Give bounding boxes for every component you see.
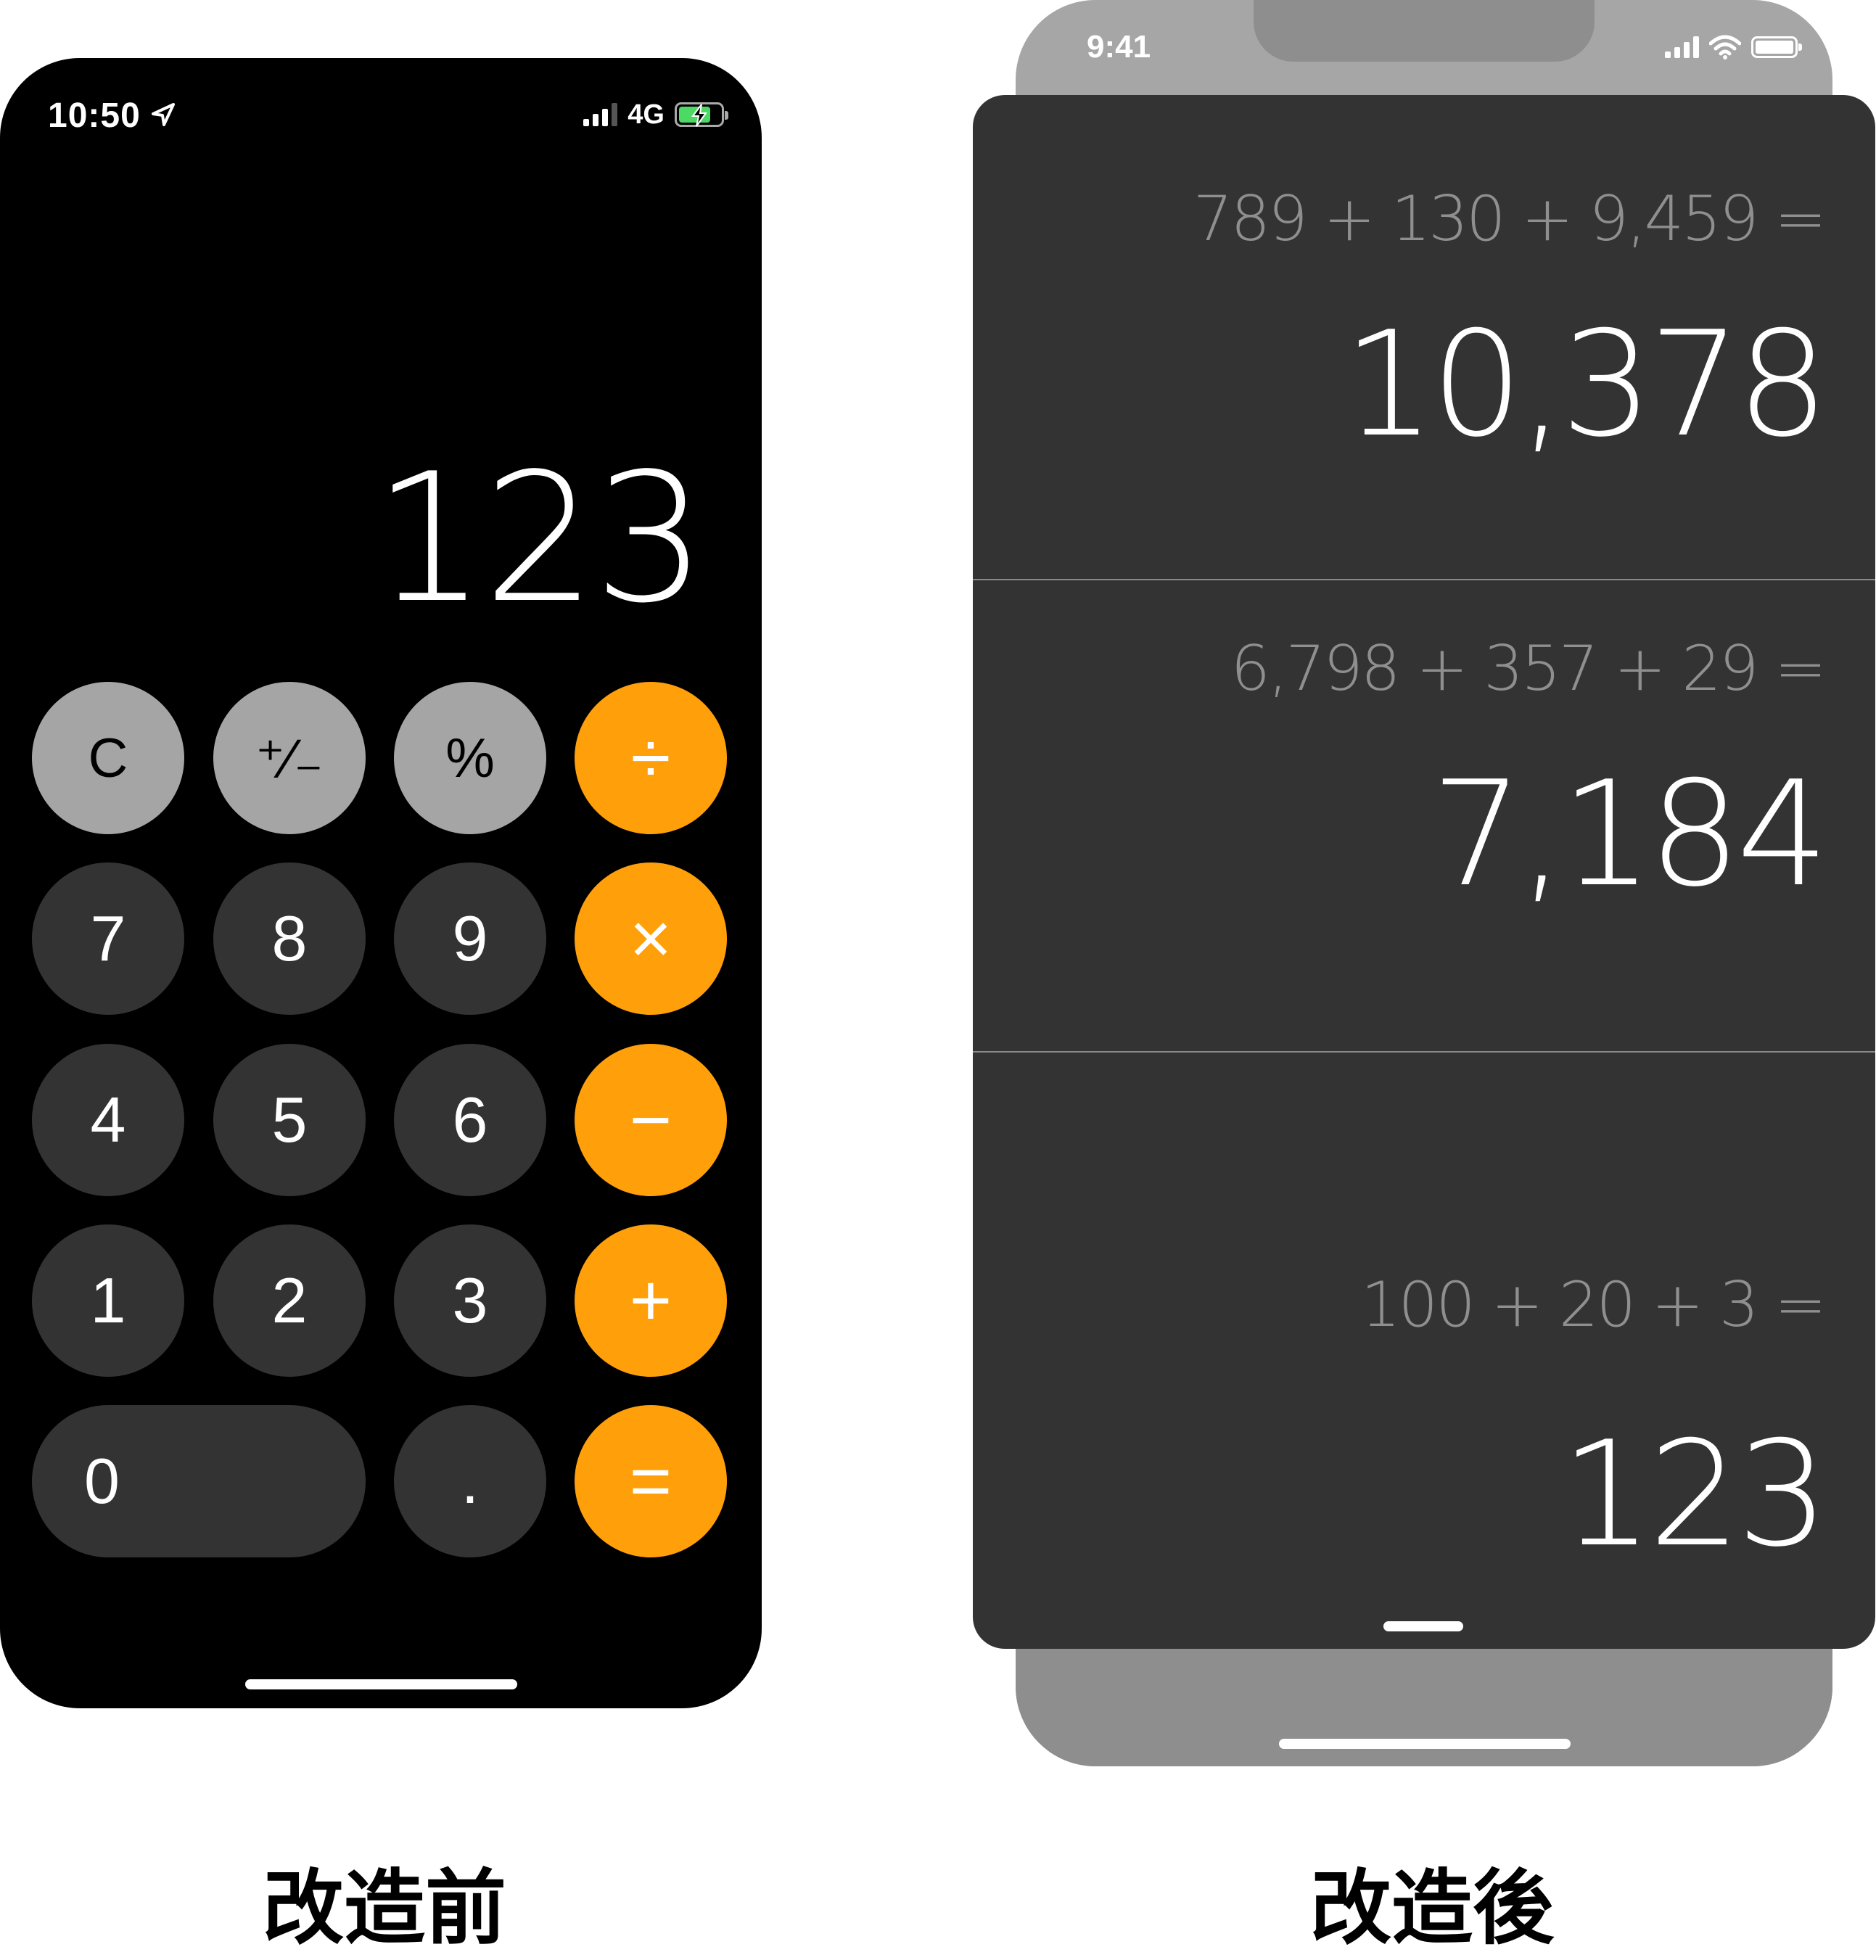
status-time: 9:41 xyxy=(1087,29,1151,65)
status-bar: 10:50 4G xyxy=(0,58,762,181)
digit-8-button[interactable]: 8 xyxy=(213,862,366,1015)
before-caption: 改造前 xyxy=(263,1861,506,1956)
digit-5-button[interactable]: 5 xyxy=(213,1044,366,1196)
history-divider xyxy=(973,579,1875,580)
status-indicators xyxy=(1665,35,1802,59)
calculator-display: 123 xyxy=(373,435,707,642)
decimal-button[interactable]: . xyxy=(394,1405,546,1557)
history-expression: 100 + 20 + 3 = xyxy=(1360,1269,1827,1341)
history-sheet[interactable]: 789 + 130 + 9,459 = 10,378 6,798 + 357 +… xyxy=(973,95,1875,1649)
digit-4-button[interactable]: 4 xyxy=(32,1044,184,1196)
wifi-icon xyxy=(1709,35,1741,59)
home-indicator[interactable] xyxy=(1279,1739,1571,1749)
location-arrow-icon xyxy=(152,103,175,126)
percent-button[interactable]: % xyxy=(394,682,546,834)
digit-1-button[interactable]: 1 xyxy=(32,1224,184,1377)
current-result[interactable]: 123 xyxy=(1560,1422,1829,1568)
divide-button[interactable]: ÷ xyxy=(575,682,727,834)
minus-button[interactable]: − xyxy=(575,1044,727,1196)
digit-7-button[interactable]: 7 xyxy=(32,862,184,1015)
home-indicator[interactable] xyxy=(245,1679,517,1689)
battery-charging-icon xyxy=(675,102,728,127)
network-type: 4G xyxy=(628,99,665,130)
status-time: 10:50 xyxy=(48,96,141,135)
status-indicators: 4G xyxy=(583,99,728,130)
plus-button[interactable]: + xyxy=(575,1224,727,1377)
sheet-grabber[interactable] xyxy=(1383,1621,1463,1631)
notch xyxy=(1254,0,1595,62)
multiply-button[interactable]: × xyxy=(575,862,727,1015)
digit-9-button[interactable]: 9 xyxy=(394,862,546,1015)
plus-minus-button[interactable]: ⁺∕₋ xyxy=(213,682,366,834)
digit-3-button[interactable]: 3 xyxy=(394,1224,546,1377)
digit-6-button[interactable]: 6 xyxy=(394,1044,546,1196)
equals-button[interactable]: = xyxy=(575,1405,727,1557)
signal-icon xyxy=(583,103,618,126)
battery-icon xyxy=(1751,36,1802,58)
history-expression: 6,798 + 357 + 29 = xyxy=(1230,633,1827,705)
history-result[interactable]: 10,378 xyxy=(1343,313,1829,458)
history-expression: 789 + 130 + 9,459 = xyxy=(1193,183,1827,255)
before-phone: 10:50 4G 123 C ⁺∕₋% ÷ 7 8 9 × 4 5 6−1 2 3 +0. = xyxy=(0,58,762,1708)
digit-2-button[interactable]: 2 xyxy=(213,1224,366,1377)
digit-0-button[interactable]: 0 xyxy=(32,1405,366,1557)
history-result[interactable]: 7,184 xyxy=(1431,762,1829,907)
after-caption: 改造後 xyxy=(1310,1861,1554,1956)
clear-button[interactable]: C xyxy=(32,682,184,834)
history-divider xyxy=(973,1051,1875,1053)
signal-icon xyxy=(1665,36,1699,58)
